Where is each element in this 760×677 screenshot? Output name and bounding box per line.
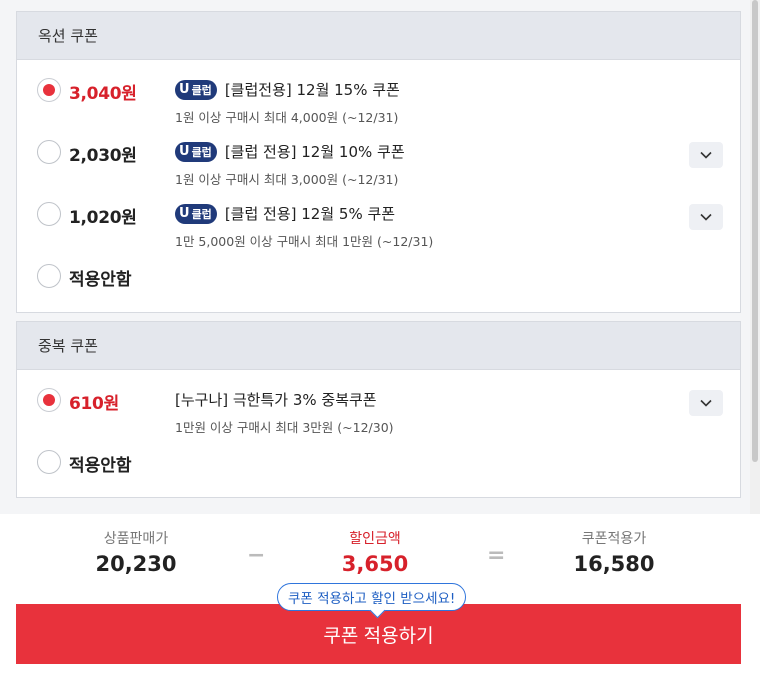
- no-coupon-label: 적용안함: [69, 270, 132, 290]
- discount-label: 할인금액: [349, 531, 401, 547]
- uclub-badge-icon: U 클럽: [175, 79, 217, 100]
- expand-details-button[interactable]: [689, 204, 723, 230]
- final-price-summary: 쿠폰적용가 16,580: [514, 528, 714, 576]
- duplicate-coupon-section: 중복 쿠폰 610원 [누구나] 극한특가 3% 중복쿠폰 1만원 이상 구매시…: [16, 321, 741, 498]
- coupon-amount: 3,040원: [69, 84, 137, 104]
- coupon-option-row[interactable]: 2,030원 U 클럽 [클럽 전용] 12월 10% 쿠폰 1원 이상 구매시 …: [17, 122, 740, 187]
- uclub-badge-icon: U 클럽: [175, 141, 217, 162]
- discount-value: 3,650: [341, 552, 409, 576]
- minus-sign: −: [247, 543, 266, 568]
- no-coupon-label: 적용안함: [69, 456, 132, 476]
- coupon-title: U 클럽 [클럽전용] 12월 15% 쿠폰: [175, 79, 400, 100]
- section-header-duplicate-coupon: 중복 쿠폰: [17, 322, 740, 370]
- radio-unchecked-icon[interactable]: [37, 450, 61, 474]
- coupon-amount: 1,020원: [69, 208, 137, 228]
- chevron-down-icon: [700, 213, 712, 221]
- coupon-title-text: [클럽 전용] 12월 10% 쿠폰: [224, 143, 405, 161]
- coupon-title: [누구나] 극한특가 3% 중복쿠폰: [175, 389, 377, 410]
- coupon-title-text: [누구나] 극한특가 3% 중복쿠폰: [175, 391, 377, 409]
- coupon-option-row[interactable]: 3,040원 U 클럽 [클럽전용] 12월 15% 쿠폰 1원 이상 구매시 최…: [17, 60, 740, 125]
- original-price-summary: 상품판매가 20,230: [36, 528, 236, 576]
- coupon-none-row[interactable]: 적용안함: [17, 432, 740, 494]
- expand-details-button[interactable]: [689, 390, 723, 416]
- coupon-title-text: [클럽전용] 12월 15% 쿠폰: [224, 81, 400, 99]
- section-header-option-coupon: 옥션 쿠폰: [17, 12, 740, 60]
- radio-checked-icon[interactable]: [37, 78, 61, 102]
- radio-unchecked-icon[interactable]: [37, 264, 61, 288]
- original-price-label: 상품판매가: [103, 531, 169, 547]
- coupon-title: U 클럽 [클럽 전용] 12월 5% 쿠폰: [175, 203, 395, 224]
- coupon-amount: 610원: [69, 394, 119, 414]
- coupon-option-row[interactable]: 1,020원 U 클럽 [클럽 전용] 12월 5% 쿠폰 1만 5,000원 이…: [17, 184, 740, 249]
- scrollbar-thumb[interactable]: [752, 0, 758, 462]
- expand-details-button[interactable]: [689, 142, 723, 168]
- option-coupon-section: 옥션 쿠폰 3,040원 U 클럽 [클럽전용] 12월 15% 쿠폰 1원 이상…: [16, 11, 741, 313]
- equals-sign: =: [487, 543, 506, 568]
- chevron-down-icon: [700, 151, 712, 159]
- uclub-badge-icon: U 클럽: [175, 203, 217, 224]
- apply-tooltip: 쿠폰 적용하고 할인 받으세요!: [277, 583, 467, 611]
- original-price-value: 20,230: [95, 552, 177, 576]
- coupon-amount: 2,030원: [69, 146, 137, 166]
- coupon-scroll-area[interactable]: 옥션 쿠폰 3,040원 U 클럽 [클럽전용] 12월 15% 쿠폰 1원 이상…: [0, 0, 760, 514]
- coupon-none-row[interactable]: 적용안함: [17, 246, 740, 308]
- final-price-label: 쿠폰적용가: [581, 531, 647, 547]
- coupon-title: U 클럽 [클럽 전용] 12월 10% 쿠폰: [175, 141, 405, 162]
- chevron-down-icon: [700, 399, 712, 407]
- radio-unchecked-icon[interactable]: [37, 140, 61, 164]
- radio-checked-icon[interactable]: [37, 388, 61, 412]
- coupon-title-text: [클럽 전용] 12월 5% 쿠폰: [224, 205, 396, 223]
- scrollbar[interactable]: [750, 0, 760, 514]
- discount-summary: 할인금액 3,650: [275, 528, 475, 576]
- coupon-option-row[interactable]: 610원 [누구나] 극한특가 3% 중복쿠폰 1만원 이상 구매시 최대 3만…: [17, 370, 740, 435]
- radio-unchecked-icon[interactable]: [37, 202, 61, 226]
- price-summary-panel: 상품판매가 20,230 − 할인금액 3,650 = 쿠폰적용가 16,580…: [0, 514, 760, 677]
- final-price-value: 16,580: [573, 552, 655, 576]
